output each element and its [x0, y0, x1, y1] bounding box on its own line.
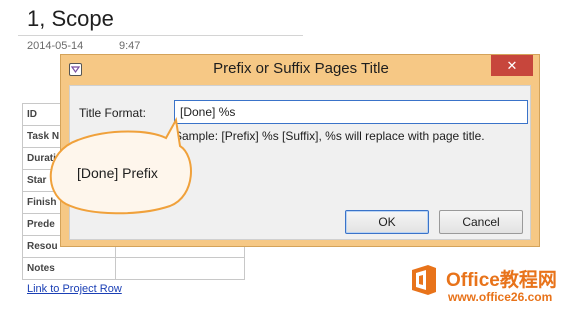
watermark-title: Office教程网 [446, 270, 557, 291]
callout-text: [Done] Prefix [77, 165, 158, 181]
watermark-url: www.office26.com [448, 290, 553, 304]
office-logo-icon [412, 265, 436, 295]
